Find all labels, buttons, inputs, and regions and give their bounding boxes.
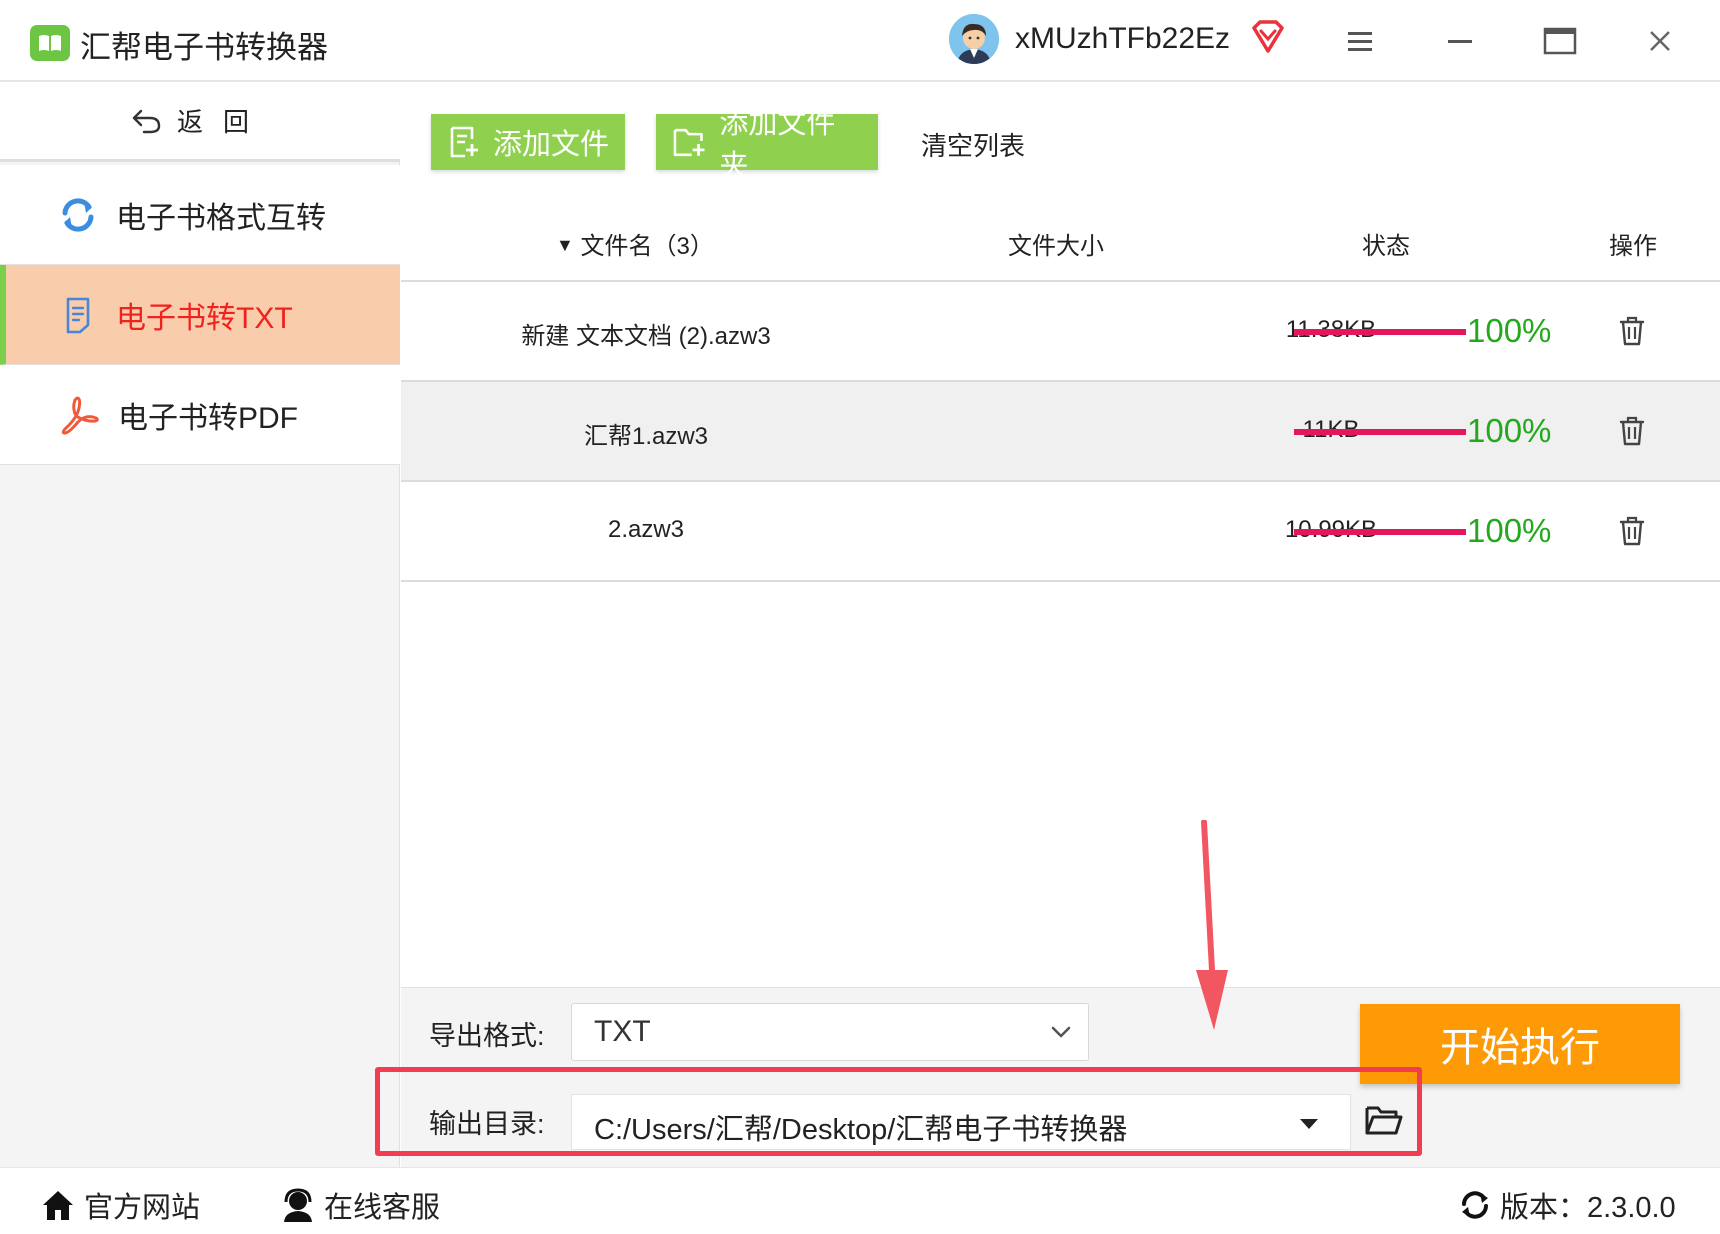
maximize-icon[interactable] xyxy=(1537,18,1583,64)
table-row[interactable]: 新建 文本文档 (2).azw311.38KB100% xyxy=(401,282,1720,382)
progress-bar xyxy=(1294,529,1466,535)
refresh-icon xyxy=(62,197,94,232)
column-header-name[interactable]: ▼ 文件名（3） xyxy=(556,226,714,261)
progress-percent: 100% xyxy=(1467,312,1552,349)
export-format-select[interactable]: TXT xyxy=(571,1003,1089,1061)
column-header-size: 文件大小 xyxy=(1008,233,1104,260)
add-folder-icon xyxy=(673,128,705,157)
add-file-button[interactable]: 添加文件 xyxy=(431,114,625,170)
app-logo-icon xyxy=(30,25,70,61)
chevron-down-icon xyxy=(1051,1026,1071,1038)
file-name: 2.azw3 xyxy=(607,516,685,543)
table-row[interactable]: 2.azw310.99KB100% xyxy=(401,482,1720,582)
menu-icon[interactable] xyxy=(1337,18,1383,64)
sidebar-item-label: 电子书格式互转 xyxy=(116,201,326,235)
main-panel: 添加文件 添加文件夹 清空列表 ▼ 文件名（3） 文件大小 状态 操作 新建 文… xyxy=(401,82,1720,987)
back-label: 返回 xyxy=(176,107,269,137)
close-icon[interactable] xyxy=(1637,18,1683,64)
sidebar-item-to-pdf[interactable]: 电子书转PDF xyxy=(0,365,400,465)
progress-bar xyxy=(1294,429,1466,435)
delete-icon[interactable] xyxy=(1619,516,1645,551)
delete-icon[interactable] xyxy=(1619,416,1645,451)
export-format-value: TXT xyxy=(594,1015,651,1048)
username[interactable]: xMUzhTFb22Ez xyxy=(1015,22,1230,56)
headset-icon xyxy=(284,1188,312,1222)
version-info[interactable]: 版本：2.3.0.0 xyxy=(1458,1184,1676,1226)
column-header-action: 操作 xyxy=(1609,233,1657,260)
sidebar-item-format-convert[interactable]: 电子书格式互转 xyxy=(0,165,400,265)
pdf-icon xyxy=(61,396,99,435)
file-name: 新建 文本文档 (2).azw3 xyxy=(521,323,771,350)
file-name: 汇帮1.azw3 xyxy=(583,423,709,450)
back-button[interactable]: 返回 xyxy=(0,82,400,162)
delete-icon[interactable] xyxy=(1619,316,1645,351)
progress-percent: 100% xyxy=(1467,512,1552,549)
add-file-label: 添加文件 xyxy=(493,129,610,161)
sidebar-item-label: 电子书转TXT xyxy=(116,301,293,335)
official-website-link[interactable]: 官方网站 xyxy=(40,1184,200,1226)
online-support-link[interactable]: 在线客服 xyxy=(280,1184,440,1226)
avatar[interactable] xyxy=(949,14,999,64)
sidebar-item-label: 电子书转PDF xyxy=(118,401,298,435)
version-label: 版本：2.3.0.0 xyxy=(1500,1192,1676,1224)
official-website-label: 官方网站 xyxy=(84,1192,201,1224)
add-file-icon xyxy=(450,126,478,158)
sort-down-icon: ▼ xyxy=(556,235,574,255)
progress-fill xyxy=(1294,429,1466,435)
progress-percent: 100% xyxy=(1467,412,1552,449)
add-folder-button[interactable]: 添加文件夹 xyxy=(656,108,878,182)
vip-diamond-icon[interactable] xyxy=(1250,20,1286,59)
back-arrow-icon xyxy=(132,109,161,133)
title-bar: 汇帮电子书转换器 xMUzhTFb22Ez xyxy=(0,0,1720,82)
arrow-down-annotation xyxy=(1196,820,1228,1030)
add-folder-label: 添加文件夹 xyxy=(719,108,836,182)
table-row[interactable]: 汇帮1.azw311KB100% xyxy=(401,382,1720,482)
document-icon xyxy=(66,297,90,333)
sidebar: 返回 电子书格式互转 电子书转TXT 电子书转PDF xyxy=(0,82,400,1167)
online-support-label: 在线客服 xyxy=(324,1192,441,1224)
update-icon xyxy=(1462,1191,1488,1219)
footer: 官方网站 在线客服 版本：2.3.0.0 xyxy=(0,1167,1720,1234)
export-format-label: 导出格式: xyxy=(429,1021,545,1051)
progress-fill xyxy=(1294,529,1466,535)
clear-list-button[interactable]: 清空列表 xyxy=(921,126,1025,163)
highlight-box xyxy=(375,1067,1422,1156)
home-icon xyxy=(43,1191,73,1220)
column-header-status: 状态 xyxy=(1362,233,1410,260)
table-header: ▼ 文件名（3） 文件大小 状态 操作 xyxy=(401,190,1720,282)
sidebar-item-to-txt[interactable]: 电子书转TXT xyxy=(0,265,400,365)
app-title: 汇帮电子书转换器 xyxy=(80,30,328,65)
progress-bar xyxy=(1294,329,1466,335)
minimize-icon[interactable] xyxy=(1437,18,1483,64)
progress-fill xyxy=(1294,329,1466,335)
